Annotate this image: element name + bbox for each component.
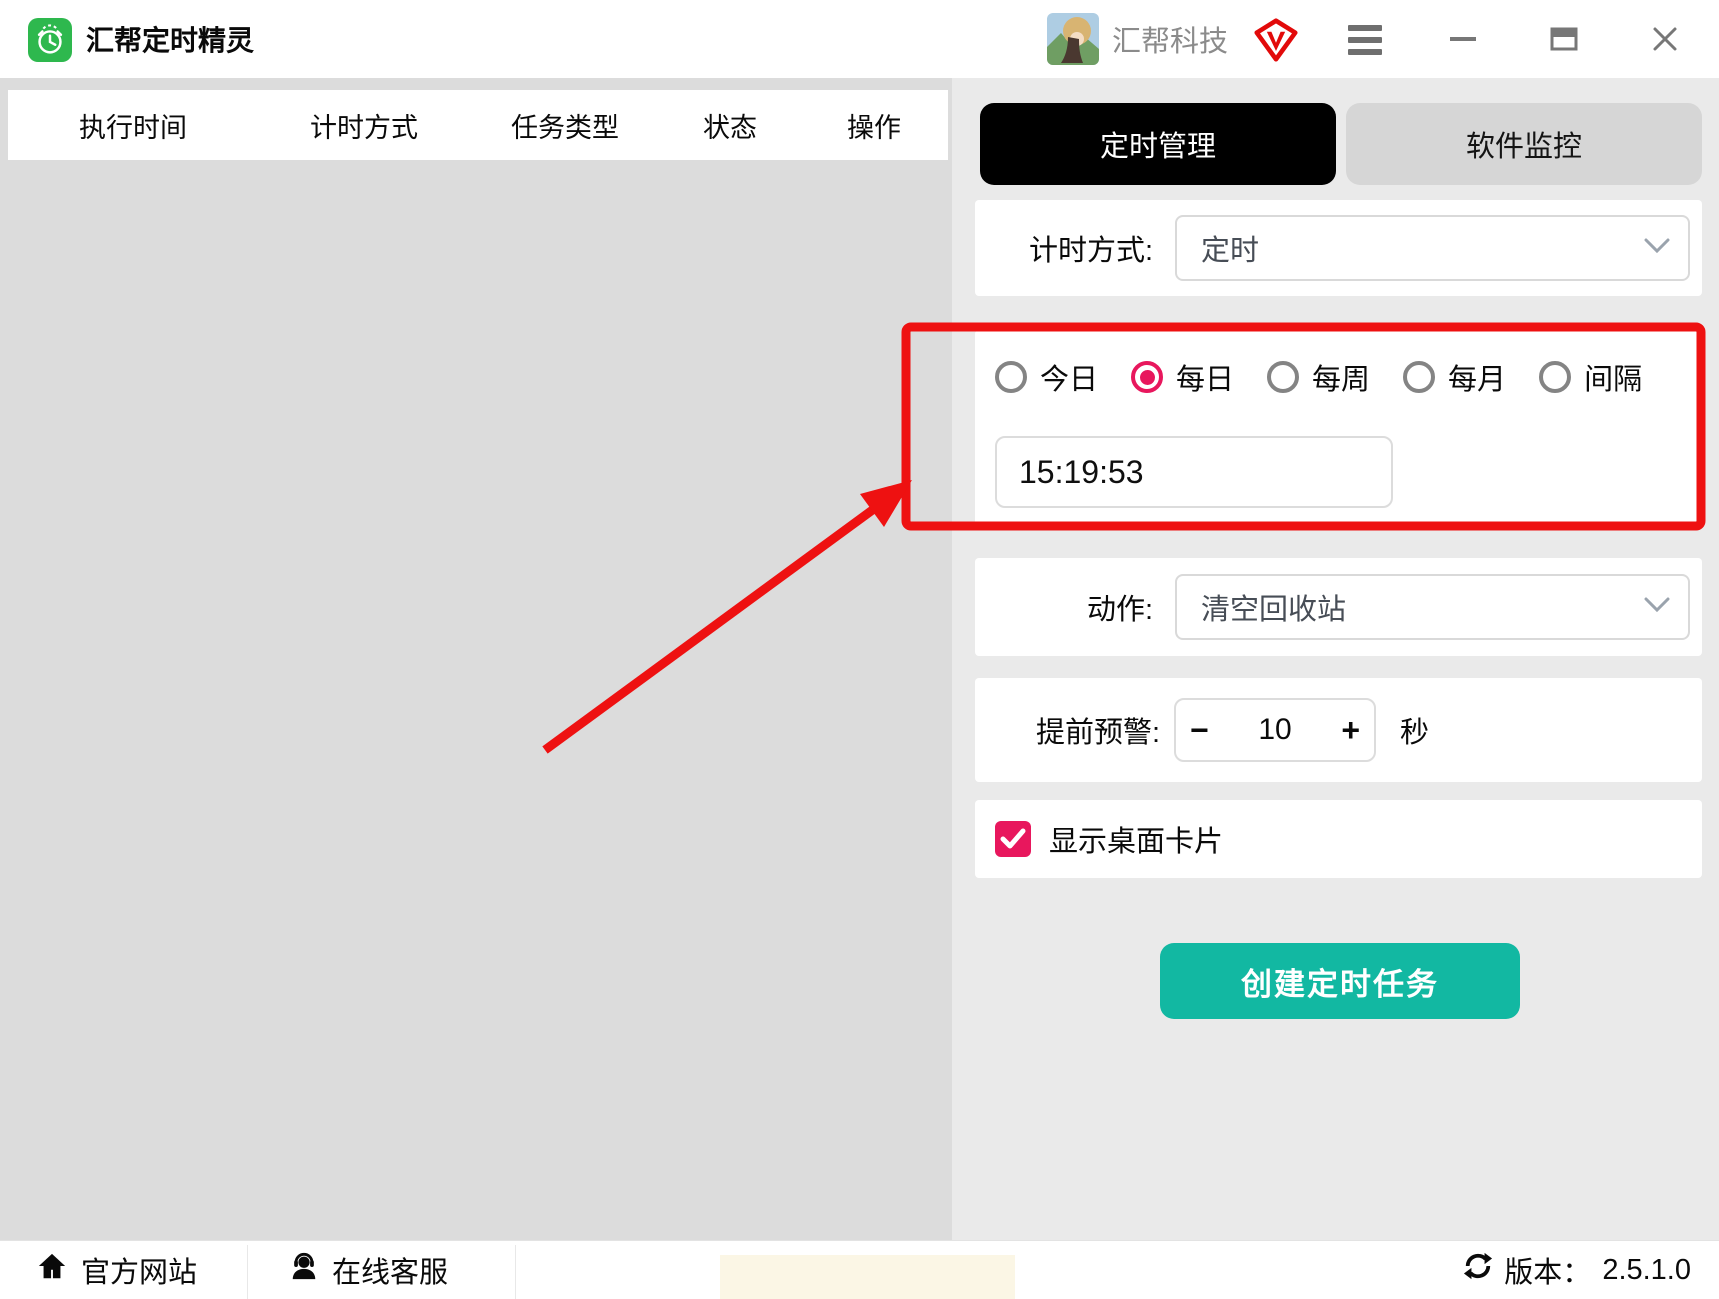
task-list-panel: 执行时间 计时方式 任务类型 状态 操作: [0, 78, 952, 1240]
time-input[interactable]: [995, 436, 1393, 508]
minimize-button[interactable]: [1433, 0, 1493, 78]
maximize-button[interactable]: [1534, 0, 1594, 78]
chevron-down-icon: [1644, 597, 1670, 618]
action-value: 清空回收站: [1201, 594, 1347, 626]
pre-warning-unit: 秒: [1400, 717, 1430, 749]
radio-daily[interactable]: 每日: [1131, 356, 1234, 398]
home-icon: [36, 1251, 68, 1289]
app-title: 汇帮定时精灵: [86, 25, 255, 56]
desktop-card-label: 显示桌面卡片: [1049, 826, 1224, 858]
close-button[interactable]: [1635, 0, 1695, 78]
action-select[interactable]: 清空回收站: [1175, 574, 1690, 640]
schedule-card: 今日 每日 每周 每月 间隔: [975, 330, 1702, 528]
highlight-artifact: [720, 1255, 1015, 1299]
title-bar: 汇帮定时精灵 汇帮科技: [0, 0, 1719, 78]
action-label: 动作:: [1086, 594, 1153, 626]
radio-monthly-circle: [1403, 361, 1436, 393]
radio-today[interactable]: 今日: [995, 356, 1098, 398]
version-label: 版本：: [1504, 1257, 1592, 1289]
pre-warning-value: 10: [1258, 713, 1292, 746]
timing-mode-card: 计时方式: 定时: [975, 200, 1702, 296]
pre-warning-label: 提前预警:: [1035, 717, 1160, 749]
pre-warning-stepper: − 10 +: [1174, 698, 1376, 762]
app-window: 汇帮定时精灵 汇帮科技 执行时间 计时方式 任务类型 状态 操作 定时管理 软件…: [0, 0, 1719, 1299]
check-update-icon[interactable]: [1463, 1251, 1493, 1289]
settings-panel: 定时管理 软件监控 计时方式: 定时 今日 每日 每周 每月 间隔 15:19:…: [952, 78, 1719, 1240]
hamburger-menu-button[interactable]: [1348, 25, 1386, 55]
brand-avatar: [1047, 13, 1099, 65]
tab-timer-management[interactable]: 定时管理: [980, 103, 1336, 185]
pre-warning-card: 提前预警: − 10 + 秒: [975, 678, 1702, 782]
version-area: 版本： 2.5.1.0: [1463, 1249, 1691, 1291]
radio-today-circle: [995, 361, 1027, 393]
online-support-link[interactable]: 在线客服: [289, 1249, 448, 1291]
timing-mode-select[interactable]: 定时: [1175, 215, 1690, 281]
chevron-down-icon: [1644, 238, 1670, 259]
radio-interval-circle: [1539, 361, 1572, 393]
panel-tabs: 定时管理 软件监控: [980, 103, 1702, 185]
radio-weekly[interactable]: 每周: [1267, 356, 1370, 398]
version-value: 2.5.1.0: [1602, 1253, 1691, 1286]
repeat-radio-group: 今日 每日 每周 每月 间隔: [975, 330, 1702, 398]
verified-v-badge-icon: [1254, 18, 1298, 62]
brand-name: 汇帮科技: [1112, 26, 1229, 58]
radio-weekly-circle: [1267, 361, 1300, 393]
action-card: 动作: 清空回收站: [975, 558, 1702, 656]
timing-mode-label: 计时方式:: [1028, 235, 1153, 267]
footer-bar: 官方网站 在线客服 版本： 2.5.1.0: [0, 1240, 1719, 1299]
column-header-operation: 操作: [847, 112, 901, 143]
customer-service-icon: [289, 1251, 319, 1289]
column-header-exec-time: 执行时间: [79, 112, 187, 143]
radio-interval[interactable]: 间隔: [1539, 356, 1642, 398]
footer-divider: [247, 1245, 248, 1299]
column-header-timing-mode: 计时方式: [310, 112, 418, 143]
task-table-header: 执行时间 计时方式 任务类型 状态 操作: [8, 90, 948, 160]
check-icon: [1000, 828, 1026, 849]
desktop-card-row: 显示桌面卡片: [975, 800, 1702, 878]
official-site-link[interactable]: 官方网站: [36, 1249, 197, 1291]
column-header-status: 状态: [703, 112, 757, 143]
app-logo-alarm-clock-icon: [28, 18, 72, 62]
create-task-button[interactable]: 创建定时任务: [1160, 943, 1520, 1019]
column-header-task-type: 任务类型: [511, 112, 619, 143]
tab-software-monitor[interactable]: 软件监控: [1346, 103, 1702, 185]
radio-daily-circle: [1131, 361, 1164, 393]
timing-mode-value: 定时: [1201, 235, 1260, 267]
radio-monthly[interactable]: 每月: [1403, 356, 1506, 398]
desktop-card-checkbox[interactable]: [995, 821, 1031, 857]
decrement-button[interactable]: −: [1190, 714, 1209, 746]
increment-button[interactable]: +: [1341, 714, 1360, 746]
footer-divider: [515, 1245, 516, 1299]
